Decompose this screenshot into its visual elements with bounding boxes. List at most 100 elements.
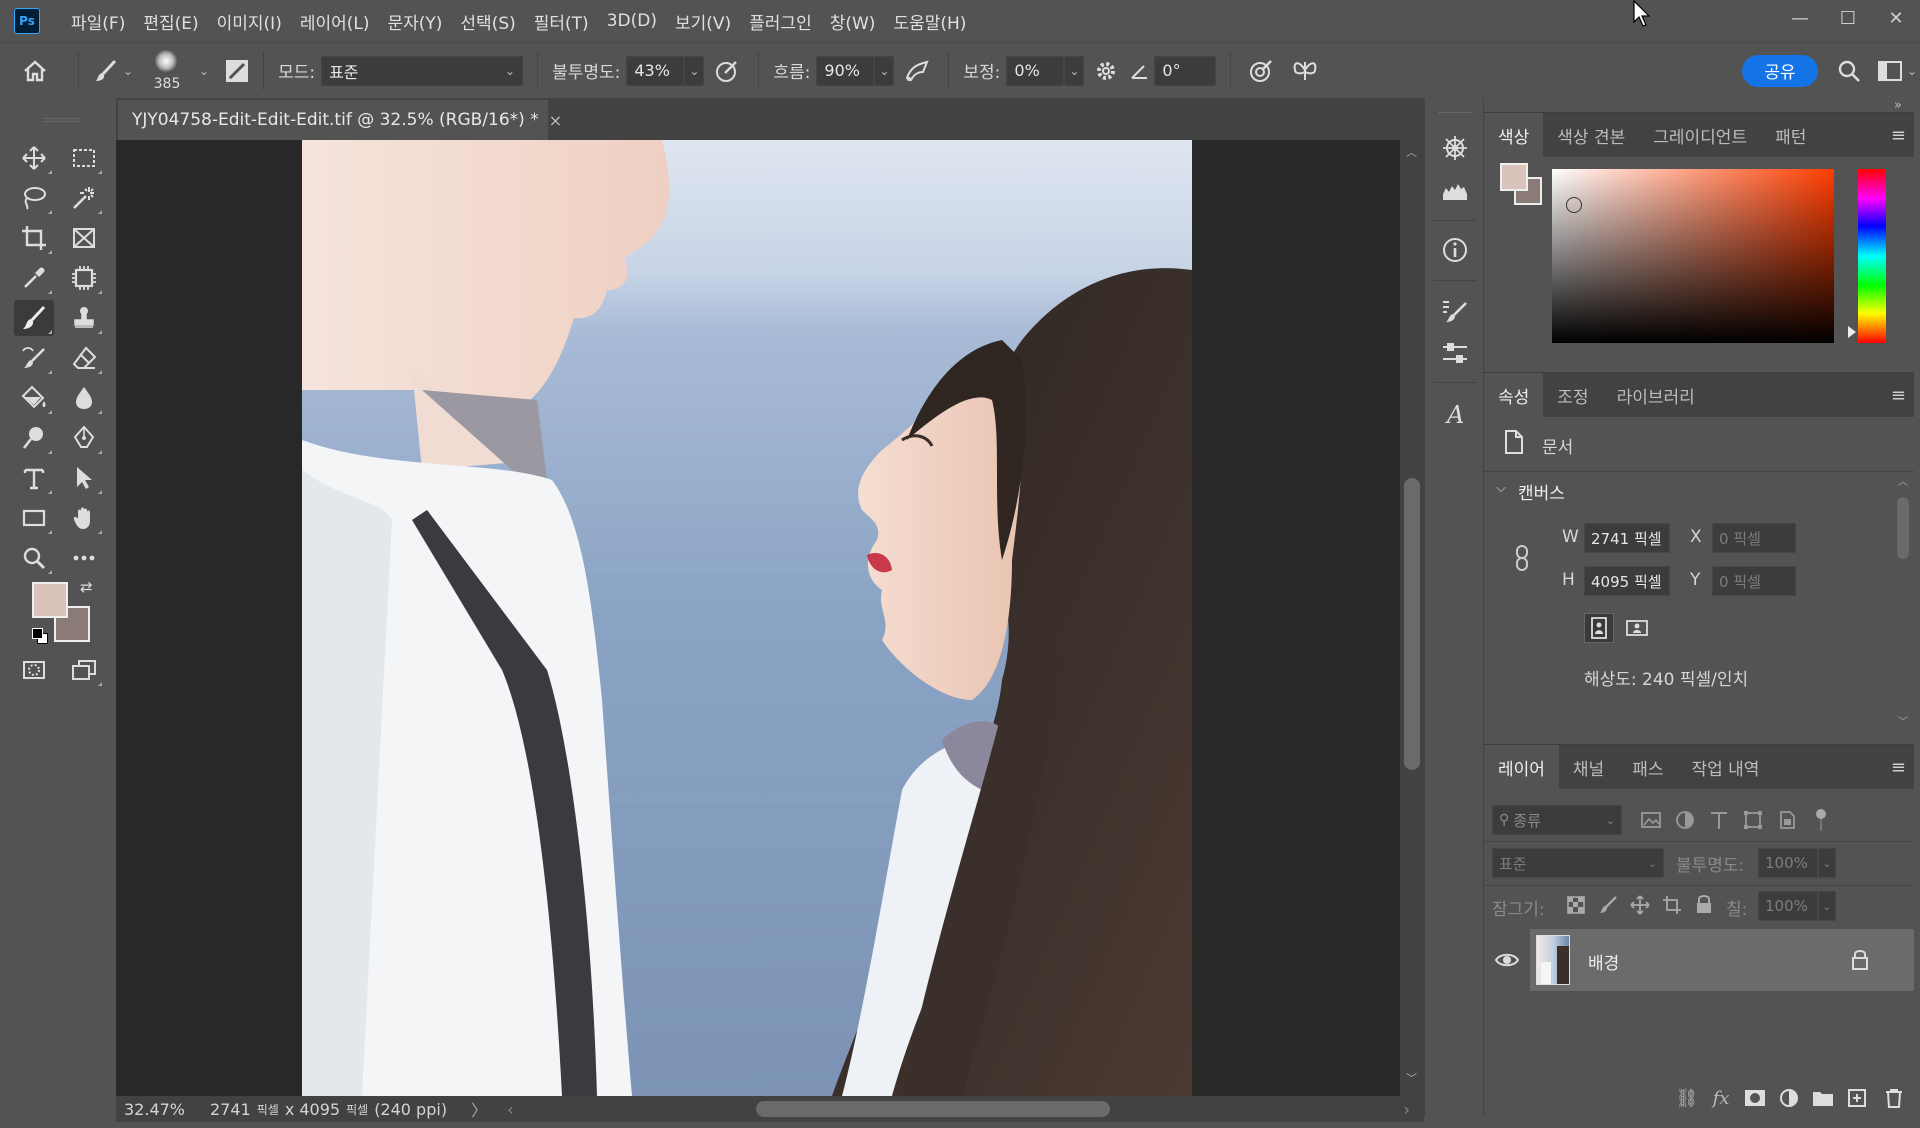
filter-smart-object-icon[interactable]	[1776, 809, 1798, 831]
menu-help[interactable]: 도움말(H)	[884, 9, 975, 34]
filter-shape-icon[interactable]	[1742, 809, 1764, 831]
status-menu-icon[interactable]: 〉	[471, 1097, 487, 1121]
horizontal-scroll-thumb[interactable]	[756, 1101, 1110, 1117]
info-panel-button[interactable]	[1437, 232, 1473, 268]
zoom-tool[interactable]	[14, 540, 54, 576]
move-tool[interactable]	[14, 140, 54, 176]
pen-tool[interactable]	[64, 420, 104, 456]
menu-image[interactable]: 이미지(I)	[208, 9, 291, 34]
tool-presets-panel-button[interactable]	[1437, 336, 1473, 372]
fill-dropdown[interactable]: ⌄	[1818, 891, 1836, 921]
smoothing-input[interactable]: 0%	[1006, 55, 1065, 86]
filter-pixel-icon[interactable]	[1640, 809, 1662, 831]
glyphs-panel-button[interactable]: A	[1437, 396, 1473, 432]
brush-settings-panel-button[interactable]	[1437, 294, 1473, 330]
search-button[interactable]	[1824, 53, 1874, 89]
fill-input[interactable]: 100%	[1758, 891, 1818, 921]
smoothing-dropdown[interactable]: ⌄	[1064, 55, 1085, 86]
tab-channels[interactable]: 채널	[1559, 745, 1618, 789]
canvas-section-title[interactable]: 캔버스	[1518, 479, 1565, 504]
filter-toggle-icon[interactable]	[1814, 807, 1828, 833]
landscape-orientation-button[interactable]	[1622, 613, 1652, 643]
maximize-button[interactable]: ☐	[1824, 0, 1872, 36]
foreground-color-swatch[interactable]	[32, 582, 68, 618]
eyedropper-tool[interactable]	[14, 260, 54, 296]
color-picker-marker[interactable]	[1566, 197, 1582, 213]
lasso-tool[interactable]	[14, 180, 54, 216]
flow-dropdown[interactable]: ⌄	[874, 55, 895, 86]
pressure-size-button[interactable]	[1239, 53, 1283, 89]
fx-icon[interactable]: fx	[1704, 1088, 1738, 1109]
lock-position-icon[interactable]	[1630, 895, 1650, 915]
add-mask-icon[interactable]	[1738, 1089, 1772, 1107]
tab-color[interactable]: 색상	[1484, 113, 1544, 157]
layer-name[interactable]: 배경	[1588, 949, 1619, 974]
minimize-button[interactable]: —	[1776, 0, 1824, 36]
tab-layers[interactable]: 레이어	[1484, 745, 1559, 789]
scroll-down-icon[interactable]: ﹀	[1898, 713, 1908, 728]
home-button[interactable]	[0, 51, 70, 91]
menu-filter[interactable]: 필터(T)	[525, 9, 598, 34]
marquee-tool[interactable]	[64, 140, 104, 176]
folder-icon[interactable]	[1806, 1089, 1840, 1107]
zoom-level[interactable]: 32.47%	[124, 1100, 196, 1119]
panels-collapse-icon[interactable]: »	[1894, 98, 1902, 113]
trash-icon[interactable]	[1874, 1088, 1914, 1108]
scroll-up-icon[interactable]: ︿	[1898, 473, 1908, 488]
properties-scrollbar[interactable]: ︿ ﹀	[1896, 473, 1912, 733]
paint-bucket-tool[interactable]	[14, 380, 54, 416]
brush-settings-toggle[interactable]	[219, 53, 255, 89]
navigator-panel-button[interactable]	[1437, 130, 1473, 166]
adjustment-layer-icon[interactable]	[1772, 1088, 1806, 1108]
eraser-tool[interactable]	[64, 340, 104, 376]
chevron-down-icon[interactable]: ⌵	[1496, 481, 1506, 496]
tab-paths[interactable]: 패스	[1618, 745, 1677, 789]
flow-input[interactable]: 90%	[816, 55, 875, 86]
blend-mode-dropdown[interactable]: 표준 ⌄	[1492, 848, 1664, 878]
close-window-button[interactable]: ✕	[1872, 0, 1920, 36]
menu-window[interactable]: 창(W)	[821, 9, 885, 34]
menu-edit[interactable]: 편집(E)	[134, 9, 207, 34]
layer-filter-dropdown[interactable]: ⚲ 종류 ⌄	[1492, 805, 1622, 835]
canvas-area[interactable]	[116, 140, 1400, 1096]
canvas-x-input[interactable]: 0 픽셀	[1712, 523, 1796, 553]
smoothing-settings-button[interactable]	[1084, 53, 1128, 89]
swap-colors-icon[interactable]: ⇄	[80, 578, 93, 596]
mode-dropdown[interactable]: 표준 ⌄	[321, 55, 524, 86]
toolbar-grip[interactable]	[44, 118, 80, 122]
lock-image-icon[interactable]	[1598, 895, 1618, 915]
share-button[interactable]: 공유	[1742, 54, 1818, 87]
layer-row[interactable]: 배경	[1484, 929, 1914, 991]
close-tab-icon[interactable]: ×	[549, 111, 562, 130]
document-tab[interactable]: YJY04758-Edit-Edit-Edit.tif @ 32.5% (RGB…	[118, 100, 562, 140]
tab-libraries[interactable]: 라이브러리	[1603, 373, 1709, 417]
path-selection-tool[interactable]	[64, 460, 104, 496]
link-icon[interactable]	[1512, 543, 1532, 573]
clone-stamp-tool[interactable]	[64, 300, 104, 336]
tab-properties[interactable]: 속성	[1484, 373, 1544, 417]
foreground-mini-swatch[interactable]	[1500, 163, 1528, 191]
symmetry-button[interactable]	[1283, 53, 1327, 89]
history-brush-tool[interactable]	[14, 340, 54, 376]
menu-layer[interactable]: 레이어(L)	[291, 9, 379, 34]
panel-menu-icon[interactable]: ≡	[1891, 125, 1906, 146]
layer-opacity-dropdown[interactable]: ⌄	[1818, 848, 1836, 878]
brush-preset-button[interactable]: ⌄	[87, 51, 139, 91]
brush-size-picker[interactable]: 385	[139, 46, 195, 96]
tab-gradients[interactable]: 그레이디언트	[1639, 113, 1761, 157]
lock-artboard-icon[interactable]	[1662, 895, 1682, 915]
pressure-opacity-button[interactable]	[704, 53, 750, 89]
airbrush-button[interactable]	[894, 53, 940, 89]
dodge-tool[interactable]	[14, 420, 54, 456]
default-colors-icon[interactable]	[32, 628, 48, 644]
type-tool[interactable]	[14, 460, 54, 496]
lock-transparent-icon[interactable]	[1566, 895, 1586, 915]
histogram-panel-button[interactable]	[1437, 172, 1473, 208]
menu-view[interactable]: 보기(V)	[666, 9, 740, 34]
hue-slider[interactable]	[1858, 169, 1886, 343]
scroll-right-icon[interactable]: ›	[1404, 1100, 1410, 1119]
filter-type-icon[interactable]	[1708, 809, 1730, 831]
scroll-left-icon[interactable]: ‹	[507, 1100, 513, 1119]
link-layers-icon[interactable]: ⛓	[1670, 1088, 1704, 1109]
menu-file[interactable]: 파일(F)	[62, 9, 134, 34]
